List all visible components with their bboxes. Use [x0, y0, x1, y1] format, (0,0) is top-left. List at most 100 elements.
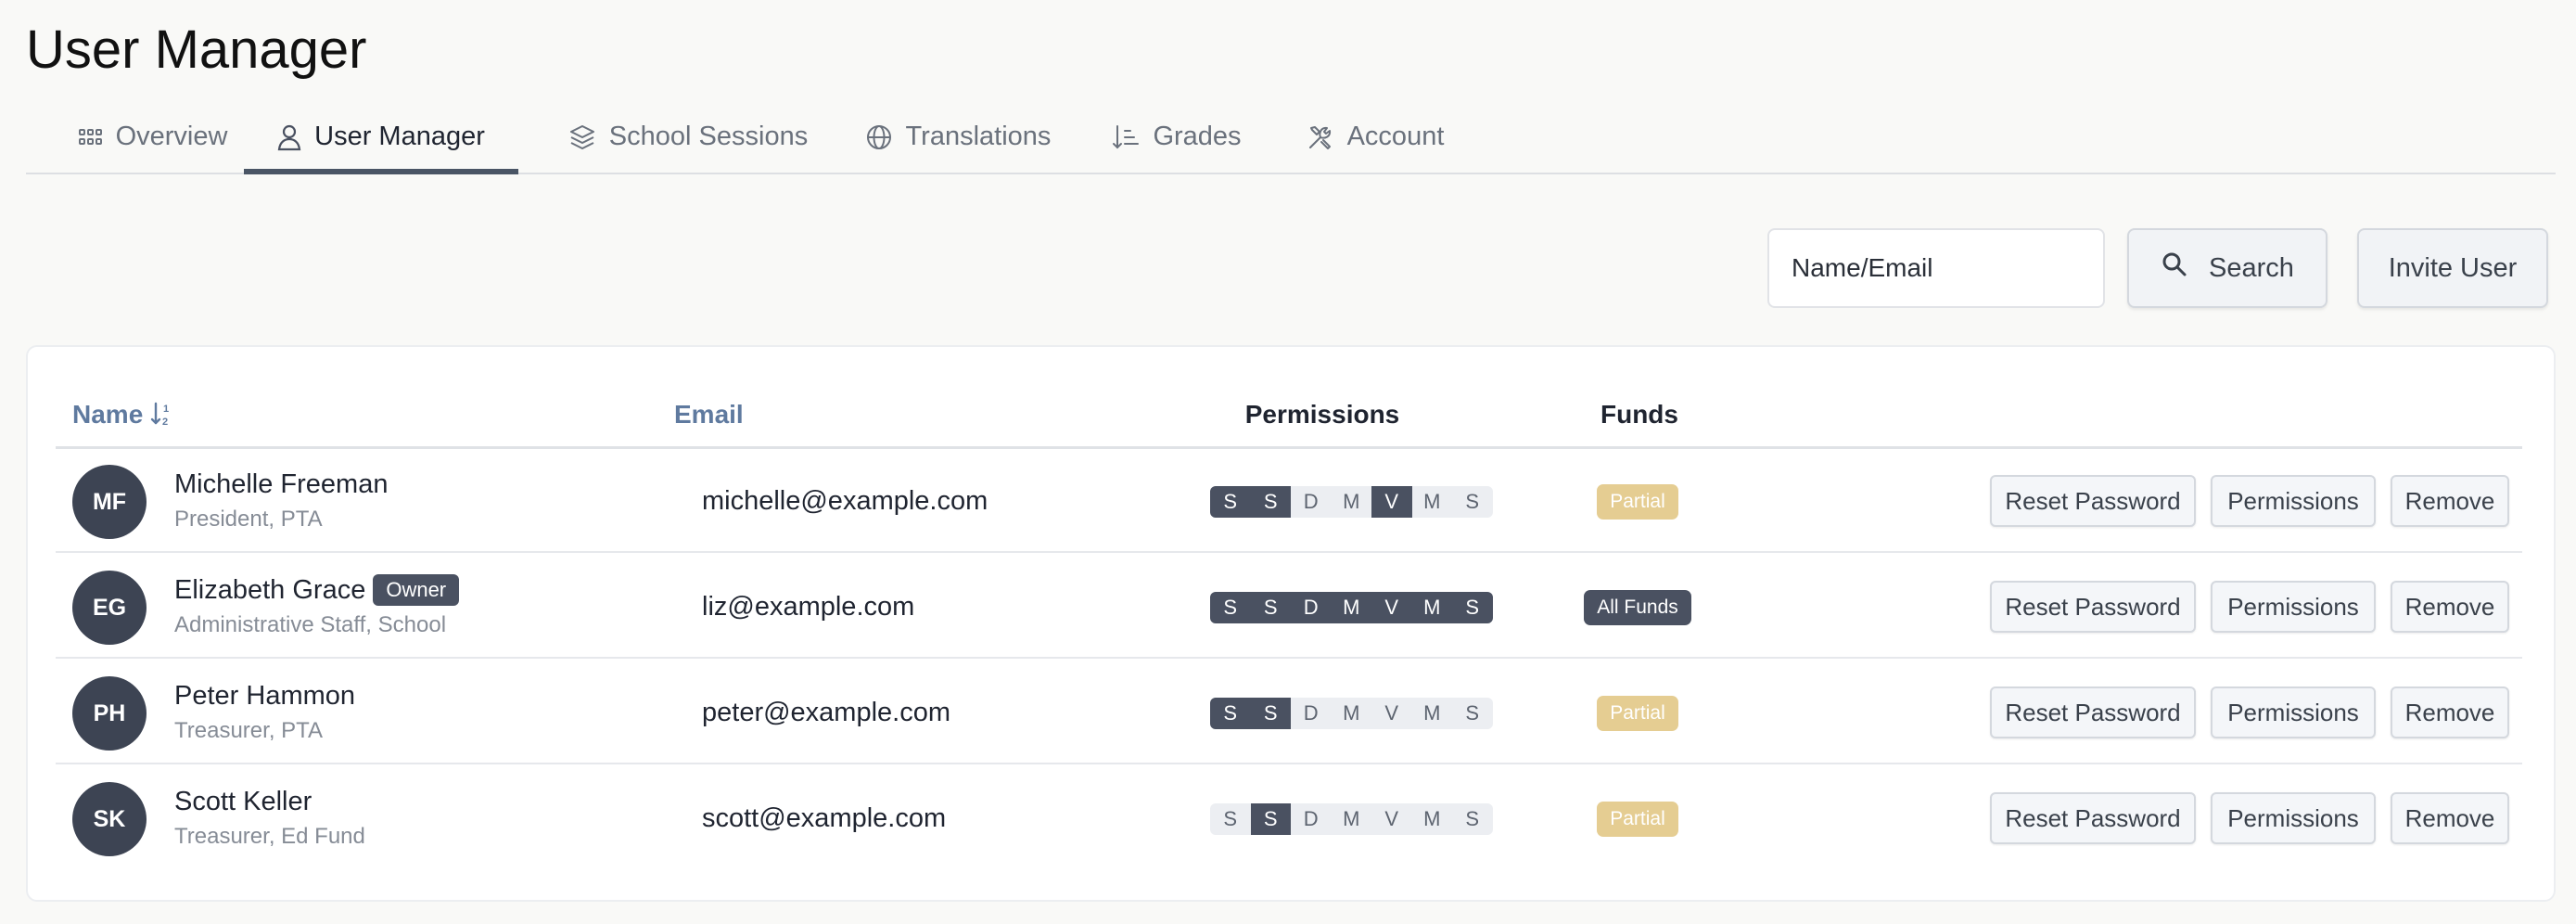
reset-password-button[interactable]: Reset Password — [1990, 475, 2196, 527]
avatar: PH — [72, 676, 147, 751]
user-email: scott@example.com — [702, 803, 947, 833]
permission-flag: V — [1371, 592, 1412, 623]
permission-flag: S — [1465, 490, 1480, 513]
tools-icon — [1307, 123, 1334, 151]
user-email: michelle@example.com — [702, 486, 988, 516]
email-column-header[interactable]: Email — [674, 396, 744, 433]
permission-flag: S — [1250, 698, 1291, 729]
permission-flag: D — [1303, 807, 1319, 830]
user-role: Treasurer, Ed Fund — [174, 824, 365, 849]
user-name: Michelle Freeman — [174, 469, 389, 499]
permissions-indicator: SSDMVMS — [1210, 592, 1493, 623]
permissions-indicator: SSDMVMS — [1210, 698, 1493, 729]
user-role: President, PTA — [174, 507, 323, 532]
tab-translations[interactable]: Translations — [852, 99, 1064, 174]
permissions-button[interactable]: Permissions — [2211, 687, 2376, 738]
user-name-line: Michelle Freeman — [174, 467, 388, 502]
avatar: MF — [72, 465, 147, 539]
table-row: MF Michelle Freeman President, PTA michelle… — [56, 449, 2522, 553]
permission-flag: S — [1465, 807, 1480, 830]
search-button-label: Search — [2209, 252, 2294, 283]
funds-badge: Partial — [1597, 802, 1678, 837]
table-row: SK Scott Keller Treasurer, Ed Fund scott@ex… — [56, 766, 2522, 870]
row-actions: Reset Password Permissions Remove — [1990, 475, 2509, 527]
permission-flag: S — [1465, 701, 1480, 725]
permissions-button[interactable]: Permissions — [2211, 792, 2376, 844]
row-actions: Reset Password Permissions Remove — [1990, 687, 2509, 738]
permission-flag: M — [1423, 807, 1441, 830]
permission-flag: D — [1303, 490, 1319, 513]
reset-password-button[interactable]: Reset Password — [1990, 581, 2196, 633]
user-name-line: Peter Hammon — [174, 678, 355, 713]
permissions-indicator: SSDMVMS — [1210, 803, 1493, 835]
permission-flag: M — [1343, 490, 1360, 513]
user-role: Administrative Staff, School — [174, 612, 447, 637]
remove-button[interactable]: Remove — [2391, 687, 2509, 738]
tab-label: Grades — [1153, 122, 1242, 151]
permission-flag: S — [1250, 803, 1291, 835]
permission-flag: M — [1411, 592, 1452, 623]
grid-icon — [78, 128, 103, 147]
search-button[interactable]: Search — [2127, 228, 2327, 308]
table-row: EG Elizabeth Grace Owner Administrative Sta… — [56, 555, 2522, 659]
permission-flag: V — [1371, 486, 1412, 518]
user-name-line: Elizabeth Grace Owner — [174, 572, 460, 608]
page-title: User Manager — [26, 19, 367, 80]
permission-flag: M — [1331, 592, 1371, 623]
user-name: Scott Keller — [174, 787, 312, 816]
permission-flag: D — [1291, 592, 1332, 623]
tab-bar: Overview User Manager School Sessions Tr… — [26, 99, 2556, 174]
globe-icon — [865, 123, 893, 151]
tab-label: User Manager — [314, 122, 485, 151]
name-column-header[interactable]: Name 1 2 — [72, 396, 176, 433]
layers-icon — [568, 123, 596, 151]
permission-flag: V — [1384, 701, 1399, 725]
search-icon — [2161, 250, 2188, 286]
permission-flag: S — [1210, 486, 1251, 518]
funds-badge: All Funds — [1584, 590, 1691, 625]
funds-column-header: Funds — [1600, 400, 1678, 429]
permission-flag: S — [1210, 698, 1251, 729]
avatar: SK — [72, 782, 147, 856]
tab-label: School Sessions — [608, 122, 809, 151]
sort-descending-icon: 12 — [143, 400, 176, 429]
tab-grades[interactable]: Grades — [1096, 99, 1257, 174]
invite-user-button[interactable]: Invite User — [2357, 228, 2548, 308]
user-name: Peter Hammon — [174, 681, 356, 711]
remove-button[interactable]: Remove — [2391, 792, 2509, 844]
sort-list-icon — [1112, 123, 1140, 151]
tab-label: Overview — [115, 122, 228, 151]
reset-password-button[interactable]: Reset Password — [1990, 792, 2196, 844]
search-input[interactable] — [1767, 228, 2105, 308]
svg-text:2: 2 — [162, 417, 168, 427]
tab-label: Account — [1346, 122, 1445, 151]
permission-flag: M — [1423, 490, 1441, 513]
remove-button[interactable]: Remove — [2391, 581, 2509, 633]
row-actions: Reset Password Permissions Remove — [1990, 581, 2509, 633]
permission-flag: S — [1223, 807, 1238, 830]
permission-flag: S — [1250, 592, 1291, 623]
remove-button[interactable]: Remove — [2391, 475, 2509, 527]
user-name: Elizabeth Grace — [174, 575, 366, 605]
user-name-line: Scott Keller — [174, 784, 312, 819]
tab-account[interactable]: Account — [1289, 99, 1461, 174]
permission-flag: M — [1343, 807, 1360, 830]
tab-label: Translations — [905, 122, 1052, 151]
invite-user-label: Invite User — [2388, 252, 2518, 283]
tab-school-sessions[interactable]: School Sessions — [550, 99, 826, 174]
reset-password-button[interactable]: Reset Password — [1990, 687, 2196, 738]
user-icon — [277, 123, 301, 151]
user-email: liz@example.com — [702, 592, 915, 622]
permission-flag: M — [1343, 701, 1360, 725]
permission-flag: M — [1423, 701, 1441, 725]
permissions-button[interactable]: Permissions — [2211, 581, 2376, 633]
name-header-label: Name — [72, 400, 144, 429]
tab-user-manager[interactable]: User Manager — [244, 99, 518, 174]
owner-badge: Owner — [373, 574, 460, 606]
svg-text:1: 1 — [163, 404, 169, 415]
permission-flag: S — [1210, 592, 1251, 623]
permission-flag: D — [1303, 701, 1319, 725]
tab-overview[interactable]: Overview — [57, 99, 249, 174]
permissions-button[interactable]: Permissions — [2211, 475, 2376, 527]
funds-badge: Partial — [1597, 696, 1678, 731]
